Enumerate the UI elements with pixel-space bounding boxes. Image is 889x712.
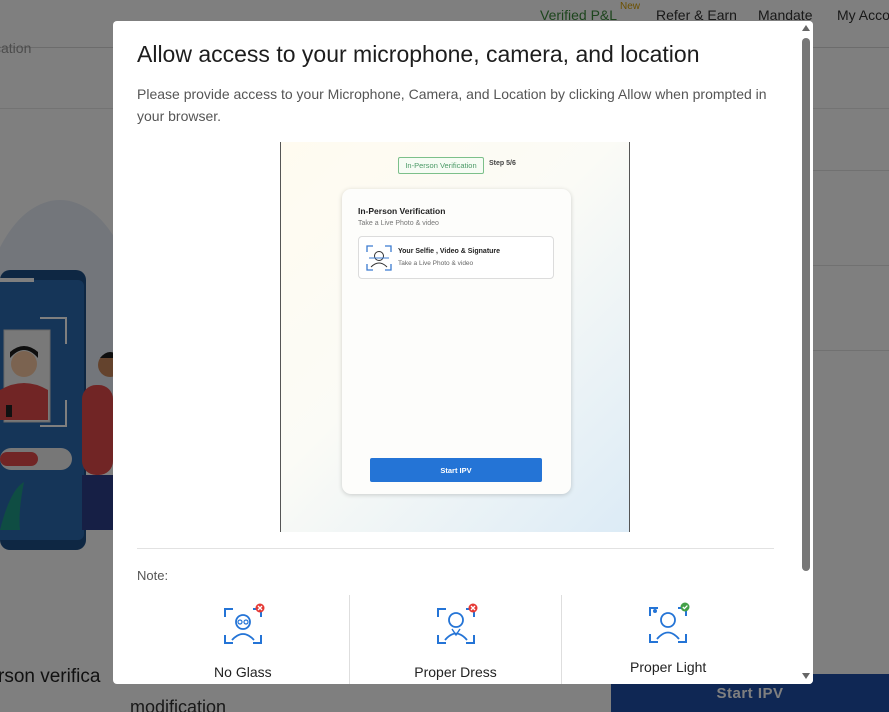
ipv-preview-image: In-Person Verification Step 5/6 In-Perso…: [280, 142, 630, 532]
permission-modal: Allow access to your microphone, camera,…: [113, 21, 813, 684]
preview-card-subtitle: Take a Live Photo & video: [358, 220, 439, 227]
tip-proper-light: Proper Light: [562, 595, 774, 684]
modal-description: Please provide access to your Microphone…: [137, 86, 767, 124]
tip-label: No Glass: [214, 664, 272, 680]
note-label: Note:: [137, 568, 169, 583]
face-glasses-icon: [223, 603, 265, 644]
scroll-down-arrow-icon[interactable]: [802, 673, 810, 679]
preview-option: Your Selfie , Video & Signature Take a L…: [358, 236, 554, 279]
modal-scrollbar[interactable]: [800, 21, 813, 684]
divider: [137, 548, 774, 549]
tip-proper-dress: Proper Dress: [350, 595, 563, 684]
preview-card-title: In-Person Verification: [358, 206, 446, 216]
preview-option-title: Your Selfie , Video & Signature: [398, 248, 501, 255]
preview-card: In-Person Verification Take a Live Photo…: [342, 189, 571, 494]
tip-label: Proper Dress: [414, 664, 497, 680]
preview-start-button: Start IPV: [370, 458, 542, 482]
preview-badge: In-Person Verification: [398, 157, 484, 174]
preview-option-subtitle: Take a Live Photo & video: [398, 260, 474, 267]
modal-title: Allow access to your microphone, camera,…: [137, 41, 700, 67]
preview-step: Step 5/6: [489, 160, 516, 167]
face-dress-icon: [436, 603, 477, 644]
face-light-icon: [649, 602, 690, 643]
tip-no-glass: No Glass: [137, 595, 350, 684]
scroll-thumb[interactable]: [802, 38, 810, 571]
selfie-scan-icon: [366, 245, 392, 271]
tip-label: Proper Light: [630, 659, 707, 675]
scroll-up-arrow-icon[interactable]: [802, 25, 810, 31]
tips-row: No Glass Proper Dress Proper Light: [137, 595, 774, 684]
